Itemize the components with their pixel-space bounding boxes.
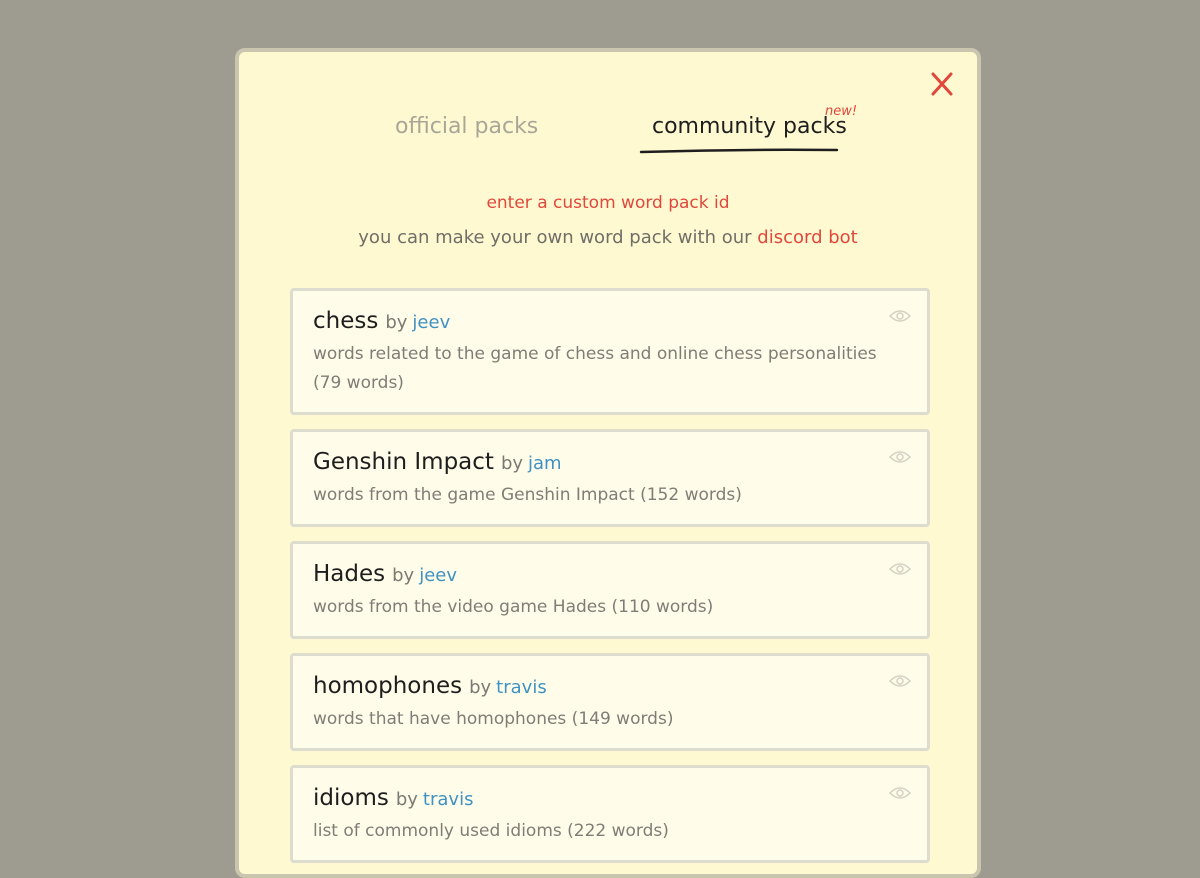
eye-icon (888, 310, 912, 322)
pack-name: idioms (313, 785, 389, 811)
eye-icon (888, 787, 912, 799)
pack-author-link[interactable]: travis (496, 677, 547, 698)
pack-description: words that have homophones (149 words) (313, 709, 674, 729)
pack-name: homophones (313, 673, 463, 699)
pack-description: list of commonly used idioms (222 words) (313, 821, 669, 841)
pack-description: words from the game Genshin Impact (152 … (313, 485, 742, 505)
pack-author-link[interactable]: jam (528, 453, 562, 474)
discord-bot-info: you can make your own word pack with our… (239, 227, 977, 248)
pack-by-label: by (500, 453, 524, 474)
pack-card[interactable]: homophones by travis words that have hom… (290, 653, 930, 751)
pack-card[interactable]: chess by jeev words related to the game … (290, 288, 930, 415)
pack-title-row: chess by jeev (313, 308, 907, 334)
preview-button[interactable] (888, 673, 912, 689)
preview-button[interactable] (888, 308, 912, 324)
pack-tabs: official packs community packs new! (239, 104, 977, 160)
pack-description: words from the video game Hades (110 wor… (313, 597, 714, 617)
eye-icon (888, 563, 912, 575)
pack-by-label: by (392, 565, 415, 586)
pack-name: Genshin Impact (313, 449, 494, 475)
pack-title-row: Genshin Impact by jam (313, 449, 907, 475)
info-text: you can make your own word pack with our (358, 227, 758, 248)
tab-community-packs[interactable]: community packs (652, 114, 847, 139)
new-badge: new! (825, 104, 858, 119)
close-button[interactable] (927, 69, 957, 99)
pack-title-row: idioms by travis (313, 785, 907, 811)
pack-name: Hades (313, 561, 386, 587)
pack-author-link[interactable]: jeev (419, 565, 457, 586)
word-pack-modal: official packs community packs new! ente… (235, 48, 981, 878)
discord-bot-link[interactable]: discord bot (757, 227, 857, 248)
preview-button[interactable] (888, 561, 912, 577)
pack-author-link[interactable]: jeev (412, 312, 450, 333)
pack-list: chess by jeev words related to the game … (290, 288, 930, 874)
eye-icon (888, 451, 912, 463)
active-tab-underline (639, 148, 839, 154)
pack-title-row: Hades by jeev (313, 561, 907, 587)
pack-card[interactable]: Hades by jeev words from the video game … (290, 541, 930, 639)
tab-official-packs[interactable]: official packs (395, 114, 538, 139)
pack-by-label: by (385, 312, 408, 333)
pack-description: words related to the game of chess and o… (313, 344, 877, 393)
pack-by-label: by (395, 789, 418, 810)
pack-title-row: homophones by travis (313, 673, 907, 699)
pack-name: chess (313, 308, 379, 334)
preview-button[interactable] (888, 449, 912, 465)
pack-card[interactable]: Genshin Impact by jam words from the gam… (290, 429, 930, 527)
pack-by-label: by (469, 677, 492, 698)
custom-pack-id-link[interactable]: enter a custom word pack id (239, 193, 977, 213)
pack-author-link[interactable]: travis (423, 789, 474, 810)
preview-button[interactable] (888, 785, 912, 801)
close-icon (931, 72, 953, 96)
eye-icon (888, 675, 912, 687)
pack-card[interactable]: idioms by travis list of commonly used i… (290, 765, 930, 863)
